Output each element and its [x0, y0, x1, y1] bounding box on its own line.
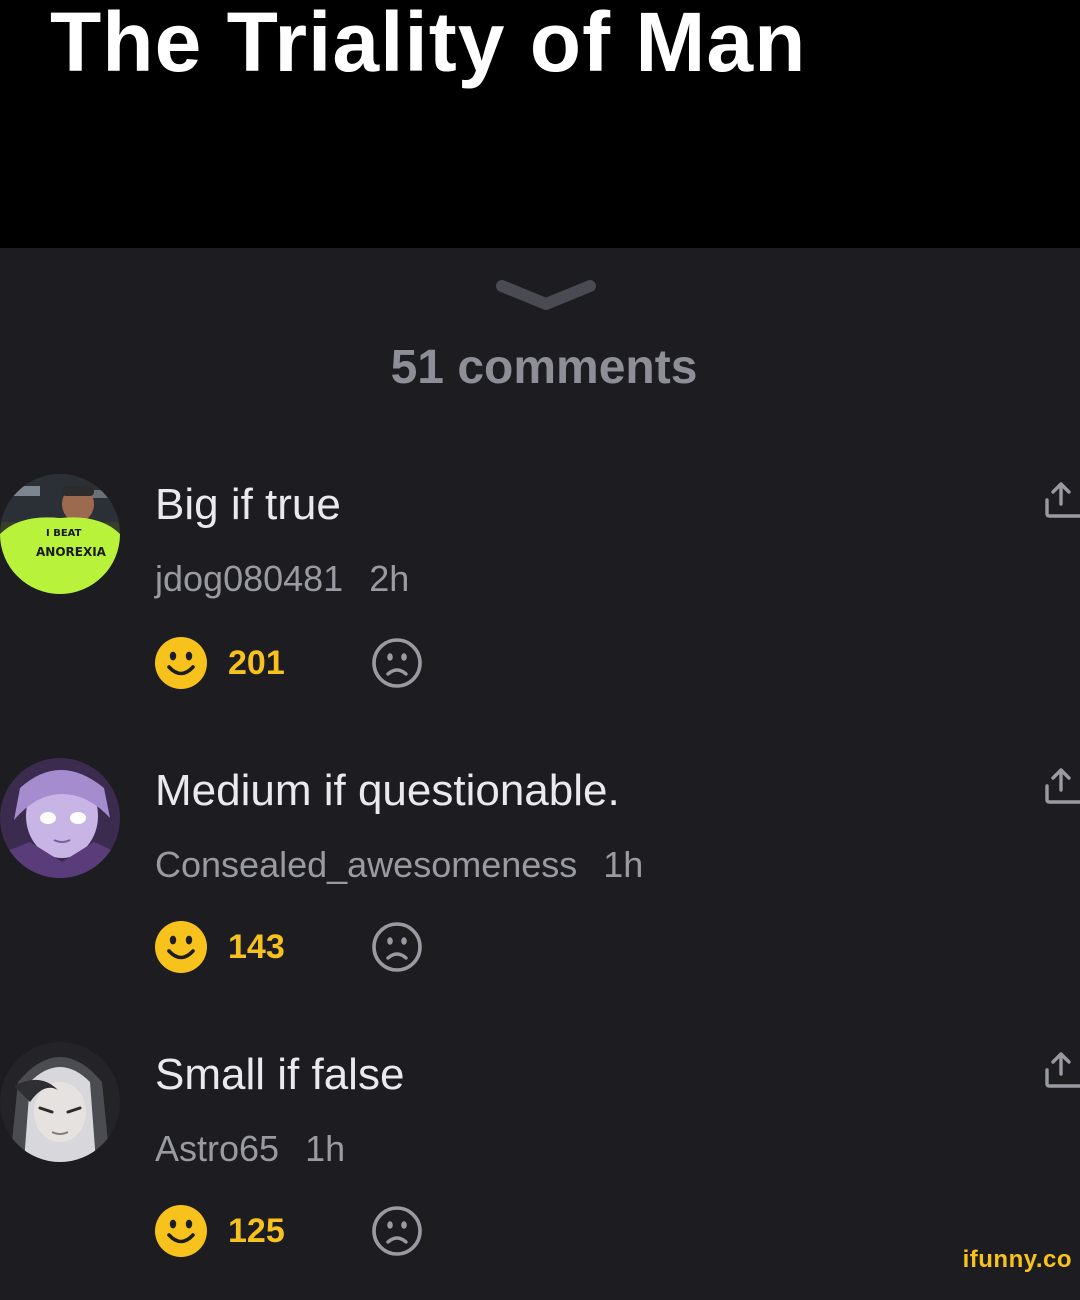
watermark: ifunny.co [962, 1246, 1072, 1273]
svg-text:I BEAT: I BEAT [46, 528, 82, 539]
timestamp: 2h [369, 558, 410, 599]
comment-item: I BEAT ANOREXIA Big if true jdog080481 2h… [0, 470, 1080, 730]
smile-icon[interactable] [154, 920, 208, 974]
comment-text: Big if true [155, 480, 341, 529]
share-icon[interactable] [1042, 480, 1080, 520]
smile-count: 125 [228, 1212, 285, 1250]
comment-text: Medium if questionable. [155, 766, 620, 815]
smile-icon[interactable] [154, 636, 208, 690]
frown-icon[interactable] [370, 1204, 424, 1258]
comment-item: Small if false Astro65 1h 125 [0, 1040, 1080, 1300]
svg-text:ANOREXIA: ANOREXIA [36, 545, 107, 559]
username[interactable]: Consealed_awesomeness [155, 844, 577, 885]
avatar[interactable] [0, 758, 120, 878]
meme-banner: The Triality of Man [0, 0, 1080, 248]
meme-title: The Triality of Man [50, 0, 807, 89]
timestamp: 1h [305, 1128, 346, 1169]
comment-meta: jdog080481 2h [155, 558, 409, 600]
username[interactable]: Astro65 [155, 1128, 279, 1169]
username[interactable]: jdog080481 [155, 558, 343, 599]
smile-icon[interactable] [154, 1204, 208, 1258]
share-icon[interactable] [1042, 766, 1080, 806]
comment-meta: Consealed_awesomeness 1h [155, 844, 643, 886]
frown-icon[interactable] [370, 920, 424, 974]
share-icon[interactable] [1042, 1050, 1080, 1090]
comment-item: Medium if questionable. Consealed_awesom… [0, 756, 1080, 1016]
comment-count: 51 comments [390, 341, 698, 394]
frown-icon[interactable] [370, 636, 424, 690]
avatar[interactable]: I BEAT ANOREXIA [0, 474, 120, 594]
comment-text: Small if false [155, 1050, 405, 1099]
timestamp: 1h [603, 844, 644, 885]
avatar[interactable] [0, 1042, 120, 1162]
smile-count: 201 [228, 644, 285, 682]
comment-meta: Astro65 1h [155, 1128, 345, 1170]
chevron-down-icon[interactable] [496, 278, 596, 312]
smile-count: 143 [228, 928, 285, 966]
